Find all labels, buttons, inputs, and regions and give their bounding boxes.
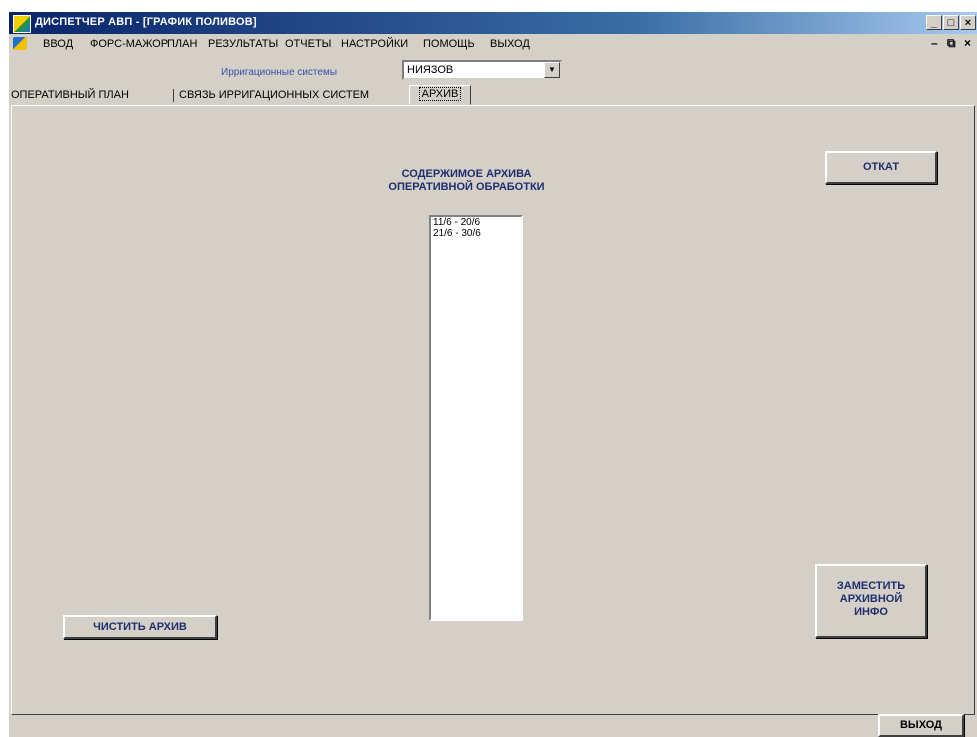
chevron-down-icon[interactable]: ▼	[544, 62, 560, 78]
irrigation-systems-label: Ирригационные системы	[221, 67, 338, 78]
close-button[interactable]: ×	[960, 15, 976, 30]
menu-results[interactable]: РЕЗУЛЬТАТЫ	[208, 38, 278, 50]
title-bar[interactable]: ДИСПЕТЧЕР АВП - [ГРАФИК ПОЛИВОВ] _ □ ×	[9, 12, 977, 34]
menu-plan[interactable]: ПЛАН	[167, 38, 197, 50]
tab-separator	[173, 89, 174, 102]
list-item[interactable]: 11/6 - 20/6	[431, 217, 521, 228]
menu-force-majeure[interactable]: ФОРС-МАЖОР	[90, 38, 168, 50]
irrigation-system-value: НИЯЗОВ	[407, 64, 454, 76]
archive-title: СОДЕРЖИМОЕ АРХИВА ОПЕРАТИВНОЙ ОБРАБОТКИ	[388, 168, 545, 193]
maximize-button[interactable]: □	[943, 15, 959, 30]
menu-reports[interactable]: ОТЧЕТЫ	[285, 38, 331, 50]
tab-irrigation-links[interactable]: СВЯЗЬ ИРРИГАЦИОННЫХ СИСТЕМ	[179, 85, 369, 105]
mdi-close-button[interactable]: ×	[964, 36, 971, 50]
irrigation-system-select[interactable]: НИЯЗОВ ▼	[402, 60, 562, 80]
list-item[interactable]: 21/6 - 30/6	[431, 228, 521, 239]
app-icon	[13, 15, 31, 33]
tab-archive[interactable]: АРХИВ	[409, 85, 471, 105]
document-icon[interactable]	[13, 37, 27, 50]
mdi-minimize-button[interactable]: –	[931, 36, 938, 50]
menu-settings[interactable]: НАСТРОЙКИ	[341, 38, 408, 50]
tab-archive-label: АРХИВ	[418, 87, 462, 101]
menu-bar: ВВОД ФОРС-МАЖОР ПЛАН РЕЗУЛЬТАТЫ ОТЧЕТЫ Н…	[9, 34, 977, 54]
menu-input[interactable]: ВВОД	[43, 38, 73, 50]
mdi-restore-button[interactable]: ⧉	[947, 36, 956, 51]
menu-exit[interactable]: ВЫХОД	[490, 38, 530, 50]
rollback-button[interactable]: ОТКАТ	[825, 151, 937, 184]
clear-archive-button[interactable]: ЧИСТИТЬ АРХИВ	[63, 615, 217, 639]
archive-listbox[interactable]: 11/6 - 20/6 21/6 - 30/6	[429, 215, 523, 621]
app-window: ДИСПЕТЧЕР АВП - [ГРАФИК ПОЛИВОВ] _ □ × В…	[9, 12, 977, 737]
minimize-button[interactable]: _	[926, 15, 942, 30]
replace-archive-info-button[interactable]: ЗАМЕСТИТЬ АРХИВНОЙ ИНФО	[815, 564, 927, 638]
status-bar	[9, 715, 977, 737]
window-title: ДИСПЕТЧЕР АВП - [ГРАФИК ПОЛИВОВ]	[35, 16, 257, 28]
tab-operational-plan[interactable]: ОПЕРАТИВНЫЙ ПЛАН	[11, 85, 129, 105]
exit-button[interactable]: ВЫХОД	[878, 714, 964, 737]
menu-help[interactable]: ПОМОЩЬ	[423, 38, 475, 50]
